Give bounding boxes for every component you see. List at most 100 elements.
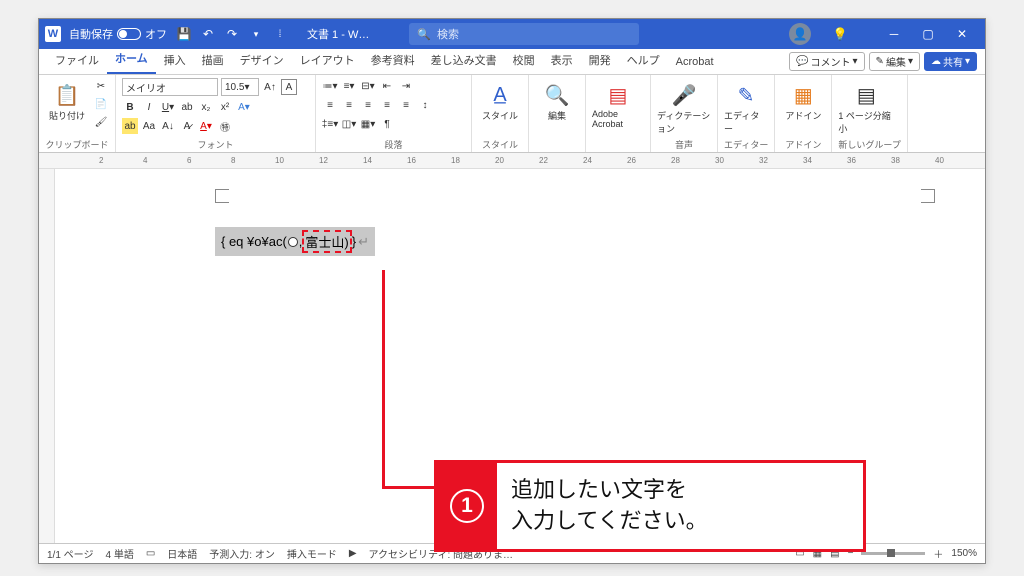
comment-button[interactable]: 💬 コメント ▾: [789, 52, 864, 71]
ruler-tick: 40: [935, 156, 944, 165]
ribbon-group-acrobat: ▤Adobe Acrobat: [586, 75, 651, 152]
subscript-icon[interactable]: x₂: [198, 99, 214, 115]
tab-review[interactable]: 校閲: [505, 48, 543, 74]
tab-layout[interactable]: レイアウト: [292, 48, 363, 74]
status-spellcheck-icon[interactable]: ▭: [146, 548, 155, 559]
share-button[interactable]: ☁ 共有 ▾: [924, 52, 977, 71]
ruler-tick: 20: [495, 156, 504, 165]
strikethrough-icon[interactable]: ab: [179, 99, 195, 115]
italic-icon[interactable]: I: [141, 99, 157, 115]
ruler-horizontal[interactable]: 246810121416182022242628303234363840: [39, 153, 985, 169]
multilevel-icon[interactable]: ⊟▾: [360, 78, 376, 94]
superscript-icon[interactable]: x²: [217, 99, 233, 115]
char-shading-icon[interactable]: Aa: [141, 118, 157, 134]
tab-insert[interactable]: 挿入: [156, 48, 194, 74]
borders-icon[interactable]: ▦▾: [360, 116, 376, 132]
tab-mailings[interactable]: 差し込み文書: [423, 48, 505, 74]
ruler-vertical[interactable]: [39, 169, 55, 543]
inserted-text-highlight: 富士山): [302, 230, 351, 253]
ribbon-group-editor: ✎エディター エディター: [718, 75, 775, 152]
qat-overflow-icon[interactable]: ⁞: [271, 25, 289, 43]
status-insert-mode[interactable]: 挿入モード: [287, 546, 337, 561]
tab-draw[interactable]: 描画: [194, 48, 232, 74]
addin-label: アドイン: [781, 137, 825, 151]
numbering-icon[interactable]: ≡▾: [341, 78, 357, 94]
maximize-button[interactable]: ▢: [911, 20, 945, 48]
minimize-button[interactable]: ─: [877, 20, 911, 48]
close-button[interactable]: ✕: [945, 20, 979, 48]
format-painter-icon[interactable]: 🖌: [93, 114, 109, 130]
status-lang[interactable]: 日本語: [167, 546, 197, 561]
dictation-button[interactable]: 🎤ディクテーション: [657, 78, 711, 135]
doc-title: 文書 1 - W…: [307, 26, 369, 42]
text-effects-icon[interactable]: A▾: [236, 99, 252, 115]
tab-help[interactable]: ヘルプ: [619, 48, 668, 74]
decrease-indent-icon[interactable]: ⇤: [379, 78, 395, 94]
search-box[interactable]: 🔍 検索: [409, 23, 639, 45]
status-page[interactable]: 1/1 ページ: [47, 546, 93, 561]
zoom-slider[interactable]: [861, 552, 925, 555]
newgroup-label: 新しいグループ: [838, 137, 900, 151]
bullets-icon[interactable]: ≔▾: [322, 78, 338, 94]
align-right-icon[interactable]: ≡: [360, 97, 376, 113]
save-icon[interactable]: 💾: [175, 25, 193, 43]
tab-view[interactable]: 表示: [543, 48, 581, 74]
sort-icon[interactable]: ↕: [417, 97, 433, 113]
qat-more-icon[interactable]: ▾: [247, 25, 265, 43]
status-words[interactable]: 4 単語: [105, 546, 133, 561]
show-marks-icon[interactable]: ¶: [379, 116, 395, 132]
font-color-icon[interactable]: A▾: [198, 118, 214, 134]
clear-format-icon[interactable]: A̷: [179, 118, 195, 134]
justify-icon[interactable]: ≡: [379, 97, 395, 113]
editing-button[interactable]: 🔍編集: [535, 78, 579, 122]
zoom-in-icon[interactable]: ＋: [933, 546, 943, 561]
paste-button[interactable]: 📋貼り付け: [45, 78, 89, 122]
increase-indent-icon[interactable]: ⇥: [398, 78, 414, 94]
tab-file[interactable]: ファイル: [47, 48, 107, 74]
bold-icon[interactable]: B: [122, 99, 138, 115]
shrink-font-icon[interactable]: A↓: [160, 118, 176, 134]
shading-icon[interactable]: ◫▾: [341, 116, 357, 132]
ribbon-group-paragraph: ≔▾ ≡▾ ⊟▾ ⇤ ⇥ ≡ ≡ ≡ ≡ ≡ ↕ ‡≡▾ ◫▾ ▦▾: [316, 75, 472, 152]
redo-icon[interactable]: ↷: [223, 25, 241, 43]
autosave-label: 自動保存: [69, 26, 113, 42]
account-icon[interactable]: 👤: [789, 23, 811, 45]
acrobat-button[interactable]: ▤Adobe Acrobat: [592, 78, 644, 129]
undo-icon[interactable]: ↶: [199, 25, 217, 43]
highlight-icon[interactable]: ab: [122, 118, 138, 134]
align-left-icon[interactable]: ≡: [322, 97, 338, 113]
styles-label: スタイル: [478, 137, 522, 151]
align-center-icon[interactable]: ≡: [341, 97, 357, 113]
line-spacing-icon[interactable]: ‡≡▾: [322, 116, 338, 132]
tab-references[interactable]: 参考資料: [363, 48, 423, 74]
addin-button[interactable]: ▦アドイン: [781, 78, 825, 122]
autosave-toggle[interactable]: 自動保存 オフ: [69, 26, 167, 42]
distributed-icon[interactable]: ≡: [398, 97, 414, 113]
textbox-icon[interactable]: A: [281, 79, 297, 95]
status-macro-icon[interactable]: ▶: [349, 548, 357, 559]
font-name-combo[interactable]: メイリオ: [122, 78, 218, 96]
grow-font-icon[interactable]: A↑: [262, 79, 278, 95]
tab-home[interactable]: ホーム: [107, 46, 156, 74]
cut-icon[interactable]: ✂: [93, 78, 109, 94]
ruler-tick: 14: [363, 156, 372, 165]
zoom-level[interactable]: 150%: [951, 548, 977, 559]
edit-mode-button[interactable]: ✎ 編集 ▾: [869, 52, 920, 71]
tab-developer[interactable]: 開発: [581, 48, 619, 74]
tab-design[interactable]: デザイン: [232, 48, 292, 74]
shrink-page-button[interactable]: ▤1 ページ分縮小: [838, 78, 894, 135]
tab-acrobat[interactable]: Acrobat: [668, 52, 722, 74]
enclose-char-icon[interactable]: ㊕: [217, 118, 233, 134]
word-icon: W: [45, 26, 61, 42]
addin-icon: ▦: [794, 82, 813, 108]
status-predict[interactable]: 予測入力: オン: [209, 546, 275, 561]
editor-button[interactable]: ✎エディター: [724, 78, 768, 135]
coming-soon-icon[interactable]: 💡: [831, 25, 849, 43]
underline-icon[interactable]: U▾: [160, 99, 176, 115]
ruler-tick: 32: [759, 156, 768, 165]
toggle-pill[interactable]: [117, 28, 141, 40]
copy-icon[interactable]: 📄: [93, 96, 109, 112]
field-code[interactable]: { eq ¥o¥ac( , 富士山) } ↵: [215, 227, 375, 256]
styles-button[interactable]: A̲スタイル: [478, 78, 522, 122]
font-size-combo[interactable]: 10.5 ▾: [221, 78, 259, 96]
